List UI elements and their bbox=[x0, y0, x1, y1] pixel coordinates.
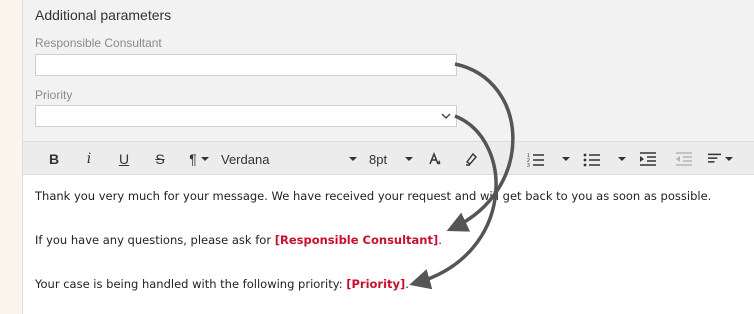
editor-toolbar: B i U S ¶ Verdana 8pt 123 bbox=[23, 141, 754, 175]
line-2-suffix: . bbox=[438, 233, 442, 247]
text-color-button[interactable] bbox=[427, 142, 443, 176]
font-size-select[interactable]: 8pt bbox=[369, 142, 413, 176]
numbered-list-caret bbox=[562, 157, 570, 161]
font-size-caret bbox=[405, 157, 413, 161]
text-color-icon bbox=[429, 151, 441, 165]
bullet-list-dropdown[interactable] bbox=[617, 142, 627, 176]
numbered-list-button[interactable]: 123 bbox=[527, 142, 545, 176]
svg-text:3: 3 bbox=[527, 163, 530, 167]
numbered-list-dropdown[interactable] bbox=[561, 142, 571, 176]
additional-parameters-panel: Additional parameters Responsible Consul… bbox=[22, 0, 754, 314]
outdent-button[interactable] bbox=[675, 142, 693, 176]
editor-line-3: Your case is being handled with the foll… bbox=[35, 277, 409, 291]
priority-select[interactable] bbox=[35, 105, 457, 127]
bold-button[interactable]: B bbox=[45, 142, 63, 176]
line-3-suffix: . bbox=[405, 277, 409, 291]
font-family-value: Verdana bbox=[221, 151, 270, 167]
message-editor[interactable]: Thank you very much for your message. We… bbox=[23, 175, 754, 314]
align-caret bbox=[725, 157, 733, 161]
font-family-caret bbox=[349, 157, 357, 161]
paragraph-format-button[interactable]: ¶ bbox=[185, 142, 213, 176]
consultant-placeholder: [Responsible Consultant] bbox=[274, 233, 439, 247]
paragraph-dropdown-caret bbox=[200, 157, 209, 161]
line-2-prefix: If you have any questions, please ask fo… bbox=[35, 233, 275, 247]
numbered-list-icon: 123 bbox=[527, 153, 544, 167]
consultant-field[interactable] bbox=[35, 54, 457, 76]
highlight-button[interactable] bbox=[463, 142, 479, 176]
font-size-value: 8pt bbox=[369, 151, 388, 167]
chevron-down-icon bbox=[441, 113, 451, 119]
indent-button[interactable] bbox=[639, 142, 657, 176]
align-left-icon bbox=[707, 153, 722, 163]
indent-icon bbox=[640, 152, 656, 166]
line-3-prefix: Your case is being handled with the foll… bbox=[35, 277, 347, 291]
bullet-list-button[interactable] bbox=[583, 142, 601, 176]
align-button[interactable] bbox=[707, 142, 733, 176]
strikethrough-button[interactable]: S bbox=[151, 142, 169, 176]
underline-button[interactable]: U bbox=[115, 142, 133, 176]
section-title: Additional parameters bbox=[35, 7, 172, 23]
paragraph-icon: ¶ bbox=[189, 151, 197, 167]
editor-line-1: Thank you very much for your message. We… bbox=[35, 189, 712, 203]
bullet-list-icon bbox=[583, 153, 600, 167]
bullet-list-caret bbox=[618, 157, 626, 161]
font-family-select[interactable]: Verdana bbox=[221, 142, 357, 176]
outdent-icon bbox=[676, 152, 692, 166]
editor-line-2: If you have any questions, please ask fo… bbox=[35, 233, 442, 247]
priority-placeholder: [Priority] bbox=[346, 277, 406, 291]
priority-label: Priority bbox=[35, 88, 73, 102]
consultant-label: Responsible Consultant bbox=[35, 36, 162, 50]
italic-button[interactable]: i bbox=[81, 142, 97, 176]
highlighter-icon bbox=[465, 152, 477, 166]
